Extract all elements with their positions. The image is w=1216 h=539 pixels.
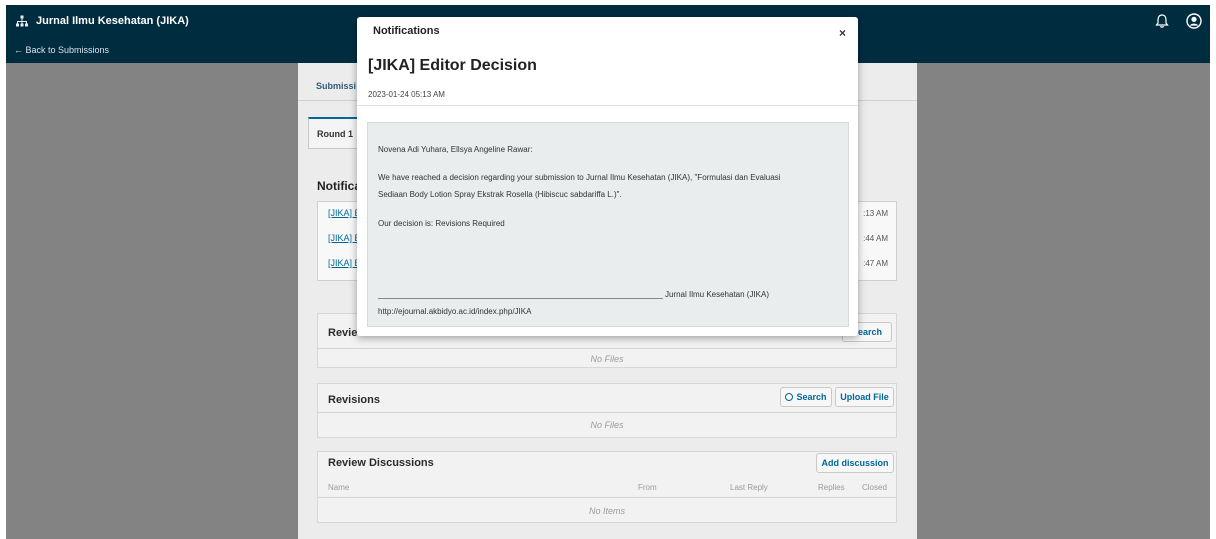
notification-link[interactable]: [JIKA] E [328, 258, 361, 268]
revisions-search-label: Search [796, 392, 827, 402]
add-discussion-button[interactable]: Add discussion [816, 453, 894, 473]
notification-date: 2023-01-24 05:13 AM [368, 90, 445, 99]
message-body-line-2: Sediaan Body Lotion Spray Ekstrak Rosell… [378, 190, 622, 199]
column-header-from: From [638, 483, 657, 492]
tab-submission[interactable]: Submissi [316, 81, 356, 91]
notification-time: :13 AM [863, 209, 888, 218]
message-decision: Our decision is: Revisions Required [378, 219, 505, 228]
sitemap-icon[interactable] [16, 15, 28, 27]
notifications-heading: Notifica [317, 179, 362, 193]
review-files-title: Revie [328, 327, 358, 339]
notification-time: :44 AM [863, 234, 888, 243]
bell-icon[interactable] [1154, 13, 1170, 29]
user-circle-icon[interactable] [1186, 13, 1202, 29]
notification-link[interactable]: [JIKA] E [328, 233, 361, 243]
round-tab-label: Round 1 [317, 129, 353, 139]
column-header-replies: Replies [818, 483, 845, 492]
column-header-closed: Closed [862, 483, 887, 492]
notification-modal: Notifications × [JIKA] Editor Decision 2… [357, 17, 858, 336]
modal-title: Notifications [373, 25, 440, 37]
site-title[interactable]: Jurnal Ilmu Kesehatan (JIKA) [36, 15, 189, 27]
notification-link[interactable]: [JIKA] E [328, 208, 361, 218]
notification-subject: [JIKA] Editor Decision [368, 57, 537, 74]
review-discussions-panel: Review Discussions Add discussion Name F… [317, 451, 897, 523]
close-icon[interactable]: × [839, 26, 846, 40]
revisions-panel: Revisions Search Upload File No Files [317, 383, 897, 438]
column-header-name: Name [328, 483, 350, 492]
back-to-submissions-link[interactable]: ← Back to Submissions [14, 45, 109, 55]
panel-divider [318, 348, 896, 349]
review-discussions-empty: No Items [588, 506, 625, 516]
revisions-empty: No Files [590, 420, 624, 430]
column-header-last-reply: Last Reply [730, 483, 768, 492]
review-files-empty: No Files [590, 354, 624, 364]
message-signature: ________________________________________… [378, 290, 770, 299]
review-discussions-title: Review Discussions [328, 457, 434, 469]
search-icon [785, 393, 794, 401]
notification-message-body: Novena Adi Yuhara, Ellsya Angeline Rawar… [367, 122, 849, 327]
revisions-title: Revisions [328, 394, 380, 406]
tab-round-1[interactable]: Round 1 [308, 117, 364, 149]
modal-divider [357, 105, 858, 106]
notification-time: :47 AM [863, 259, 888, 268]
panel-divider [318, 497, 896, 498]
upload-file-button[interactable]: Upload File [835, 387, 894, 407]
message-body-line-1: We have reached a decision regarding you… [378, 173, 781, 182]
revisions-search-button[interactable]: Search [780, 387, 832, 407]
message-greeting: Novena Adi Yuhara, Ellsya Angeline Rawar… [378, 145, 533, 154]
journal-url: http://ejournal.akbidyo.ac.id/index.php/… [378, 307, 532, 316]
panel-divider [318, 412, 896, 413]
